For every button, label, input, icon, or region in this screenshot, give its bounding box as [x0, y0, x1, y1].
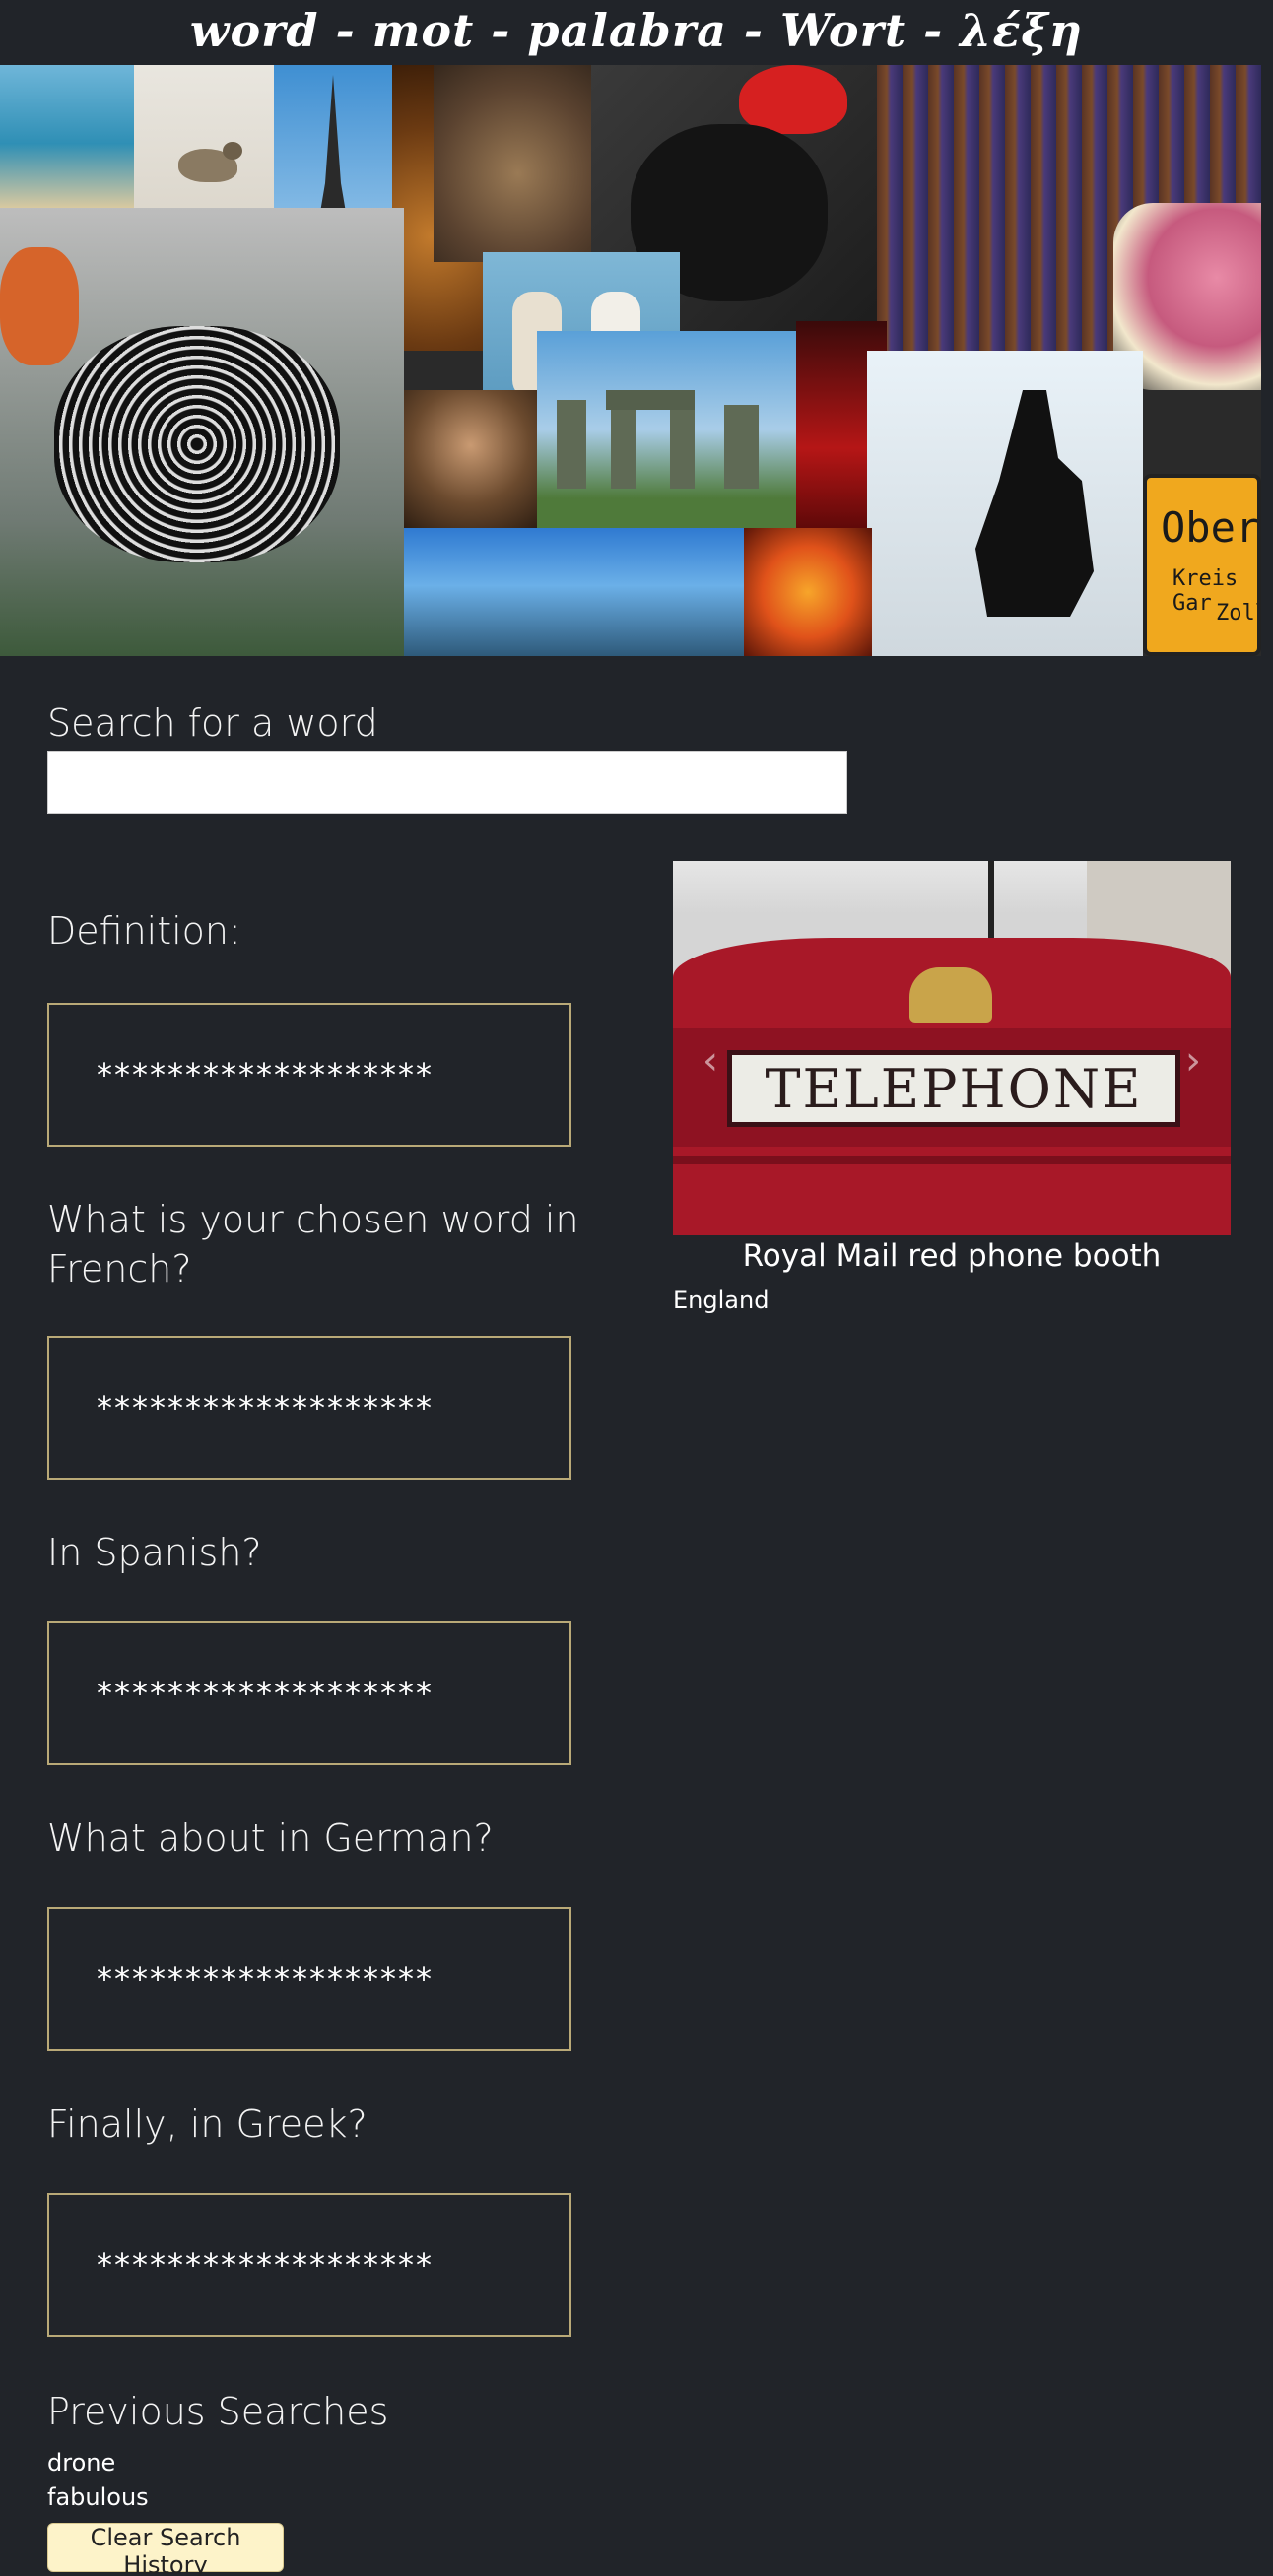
booth-sign-text: TELEPHONE: [765, 1057, 1143, 1120]
sign-line-3: Zollg: [1216, 601, 1257, 626]
chevron-right-icon[interactable]: ›: [1185, 1038, 1201, 1084]
definition-answer-box[interactable]: *******************: [47, 1003, 571, 1147]
sign-title: Obera: [1161, 503, 1261, 552]
castle-image: [404, 528, 744, 656]
history-item[interactable]: drone: [47, 2449, 115, 2477]
bremen-musicians-image: [867, 351, 1143, 656]
shakespeare-image: [404, 390, 537, 528]
french-answer-box[interactable]: *******************: [47, 1336, 571, 1480]
page-title: word - mot - palabra - Wort - λέξη: [189, 4, 1084, 57]
clear-search-history-button[interactable]: Clear Search History: [47, 2523, 284, 2576]
history-item[interactable]: fabulous: [47, 2483, 149, 2511]
town-sign-image: Obera Kreis Gar Zollg: [1143, 474, 1261, 656]
greek-vase-image: [0, 208, 404, 656]
greek-question-label: Finally, in Greek?: [47, 2102, 368, 2146]
banner-collage: Obera Kreis Gar Zollg: [0, 65, 1261, 656]
search-input[interactable]: [47, 751, 847, 814]
carousel-caption: Royal Mail red phone booth: [742, 1238, 1162, 1274]
definition-label: Definition:: [47, 909, 241, 953]
french-question-label: What is your chosen word in French?: [47, 1198, 579, 1290]
chevron-left-icon[interactable]: ‹: [703, 1038, 718, 1084]
german-answer-box[interactable]: *******************: [47, 1907, 571, 2051]
stonehenge-image: [537, 331, 798, 528]
phone-booth-image: TELEPHONE: [673, 861, 1231, 1235]
previous-searches-title: Previous Searches: [47, 2390, 389, 2433]
search-label: Search for a word: [47, 701, 378, 745]
sunset-image: [744, 528, 872, 656]
carousel-subcaption: England: [673, 1287, 770, 1314]
greek-answer-box[interactable]: *******************: [47, 2193, 571, 2337]
spanish-answer-box[interactable]: *******************: [47, 1621, 571, 1765]
seaside-image: [0, 65, 134, 208]
german-question-label: What about in German?: [47, 1816, 494, 1860]
spanish-question-label: In Spanish?: [47, 1531, 262, 1574]
image-carousel: TELEPHONE ‹ ›: [673, 861, 1231, 1235]
